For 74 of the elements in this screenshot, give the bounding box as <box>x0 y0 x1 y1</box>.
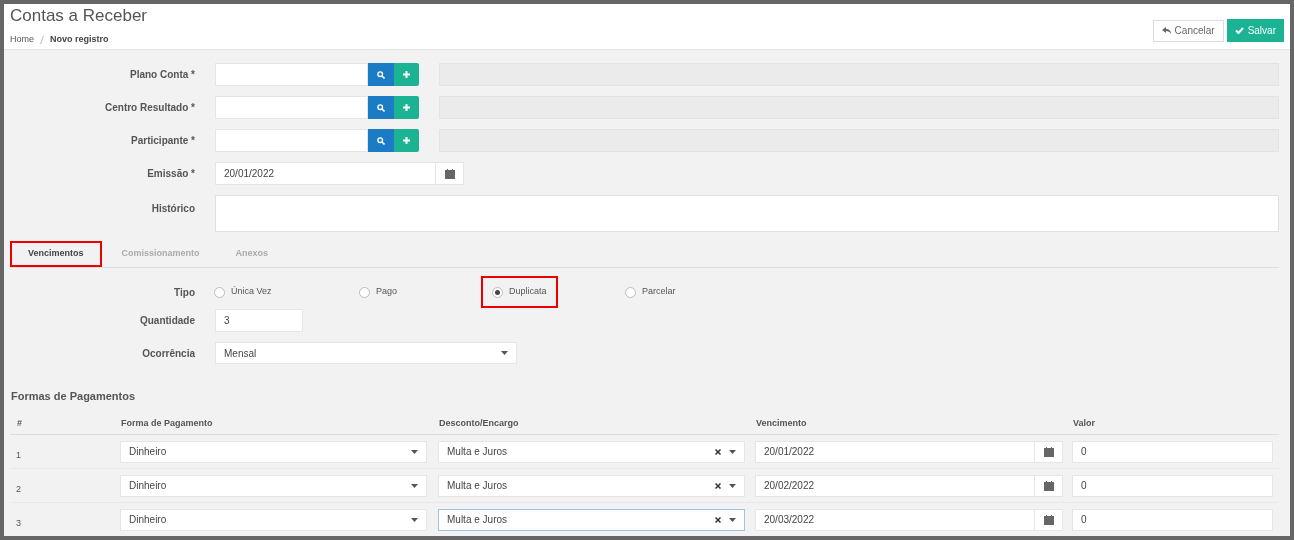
search-icon <box>377 136 385 145</box>
section-title: Formas de Pagamentos <box>11 389 137 404</box>
breadcrumb-item: Novo registro <box>50 33 109 46</box>
caret-icon <box>501 351 508 355</box>
date-field[interactable]: 20/02/2022 <box>755 474 1063 497</box>
select-field[interactable]: Multa e Juros <box>438 440 745 463</box>
caret-icon <box>411 517 418 522</box>
column-header: Valor <box>1073 417 1095 428</box>
date-field[interactable]: 20/03/2022 <box>755 508 1063 531</box>
plus-icon <box>403 104 410 111</box>
clear-icon[interactable] <box>715 482 721 489</box>
input-field[interactable]: 0 <box>1072 508 1273 531</box>
caret-icon <box>729 517 736 522</box>
input-field[interactable] <box>215 129 368 152</box>
plus-icon <box>403 71 410 78</box>
field-label: Ocorrência <box>141 346 196 361</box>
add-button[interactable] <box>394 63 419 86</box>
radio-option[interactable]: Única Vez <box>203 276 283 308</box>
field-label: Emissão * <box>146 167 196 181</box>
field-label: Centro Resultado * <box>104 101 196 115</box>
select-field[interactable]: Dinheiro <box>120 508 427 531</box>
date-field[interactable]: 20/01/2022 <box>755 440 1063 463</box>
date-field[interactable]: 20/01/2022 <box>215 162 464 185</box>
caret-icon <box>411 449 418 454</box>
input-field[interactable]: 3 <box>215 309 303 332</box>
field-label: Tipo <box>173 285 196 300</box>
input-field[interactable]: 0 <box>1072 440 1273 463</box>
field-label: Participante * <box>130 134 196 148</box>
calendar-icon <box>1043 480 1054 491</box>
column-header: Vencimento <box>756 417 807 428</box>
calendar-icon <box>444 168 455 179</box>
field-label: Quantidade <box>139 314 196 328</box>
column-header: Desconto/Encargo <box>439 417 519 428</box>
select-field[interactable]: Multa e Juros <box>438 508 745 531</box>
radio-option[interactable]: Pago <box>348 276 409 308</box>
cancel-button[interactable]: Cancelar <box>1152 19 1224 42</box>
tab[interactable]: Vencimentos <box>10 241 102 267</box>
separator-icon <box>40 35 44 44</box>
undo-icon <box>1161 27 1171 34</box>
input-field[interactable]: 0 <box>1072 474 1273 497</box>
plus-icon <box>403 137 410 144</box>
caret-icon <box>729 449 736 454</box>
column-header: # <box>17 417 22 428</box>
check-icon <box>1234 27 1244 34</box>
row-number: 2 <box>15 483 21 494</box>
input-field[interactable] <box>215 96 368 119</box>
calendar-icon <box>1043 514 1054 525</box>
row-number: 1 <box>15 449 21 460</box>
caret-icon <box>729 483 736 488</box>
text-area[interactable] <box>215 195 1279 232</box>
search-icon <box>377 103 385 112</box>
select-field[interactable]: Dinheiro <box>120 440 427 463</box>
row-number: 3 <box>15 517 21 528</box>
clear-icon[interactable] <box>715 516 721 523</box>
select-field[interactable]: Mensal <box>215 342 517 364</box>
column-header: Forma de Pagamento <box>121 417 213 428</box>
clear-icon[interactable] <box>715 448 721 455</box>
add-button[interactable] <box>394 129 419 152</box>
breadcrumb-item[interactable]: Home <box>10 33 34 47</box>
radio-option[interactable]: Parcelar <box>614 276 687 308</box>
select-field[interactable]: Dinheiro <box>120 474 427 497</box>
search-button[interactable] <box>368 63 394 86</box>
page-title: Contas a Receber <box>10 5 149 26</box>
input-field[interactable] <box>215 63 368 86</box>
select-field[interactable]: Multa e Juros <box>438 474 745 497</box>
field-label: Histórico <box>150 202 196 216</box>
search-button[interactable] <box>368 96 394 119</box>
add-button[interactable] <box>394 96 419 119</box>
field-label: Plano Conta * <box>129 68 196 82</box>
calendar-icon <box>1043 446 1054 457</box>
search-button[interactable] <box>368 129 394 152</box>
radio-option[interactable]: Duplicata <box>481 276 558 308</box>
search-icon <box>377 70 385 79</box>
caret-icon <box>411 483 418 488</box>
